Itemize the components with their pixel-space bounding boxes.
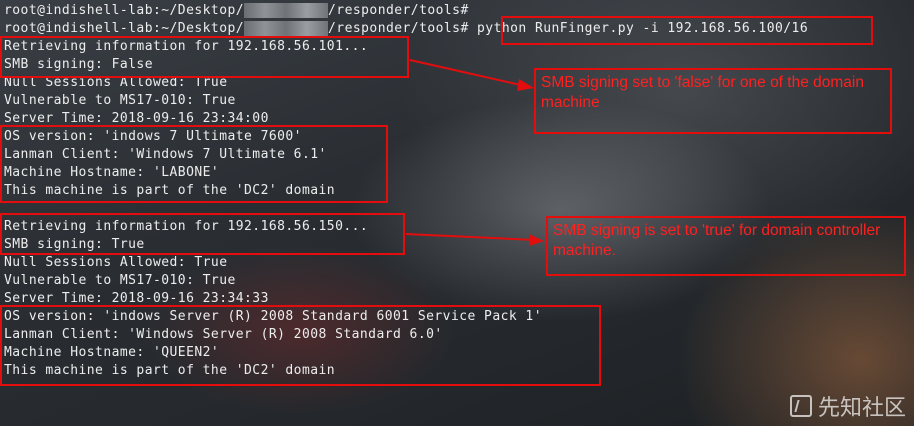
annotation-arrows	[405, 59, 544, 246]
arrowhead-icon	[529, 234, 544, 246]
terminal-window[interactable]: root@indishell-lab:~/Desktop//responder/…	[0, 0, 914, 426]
watermark: 先知社区	[789, 390, 906, 422]
watermark-text: 先知社区	[817, 396, 906, 421]
xianzhi-logo-icon	[789, 395, 812, 417]
arrowhead-icon	[517, 79, 534, 91]
arrow-to-note-true	[405, 233, 536, 241]
arrow-to-note-false	[409, 59, 526, 87]
